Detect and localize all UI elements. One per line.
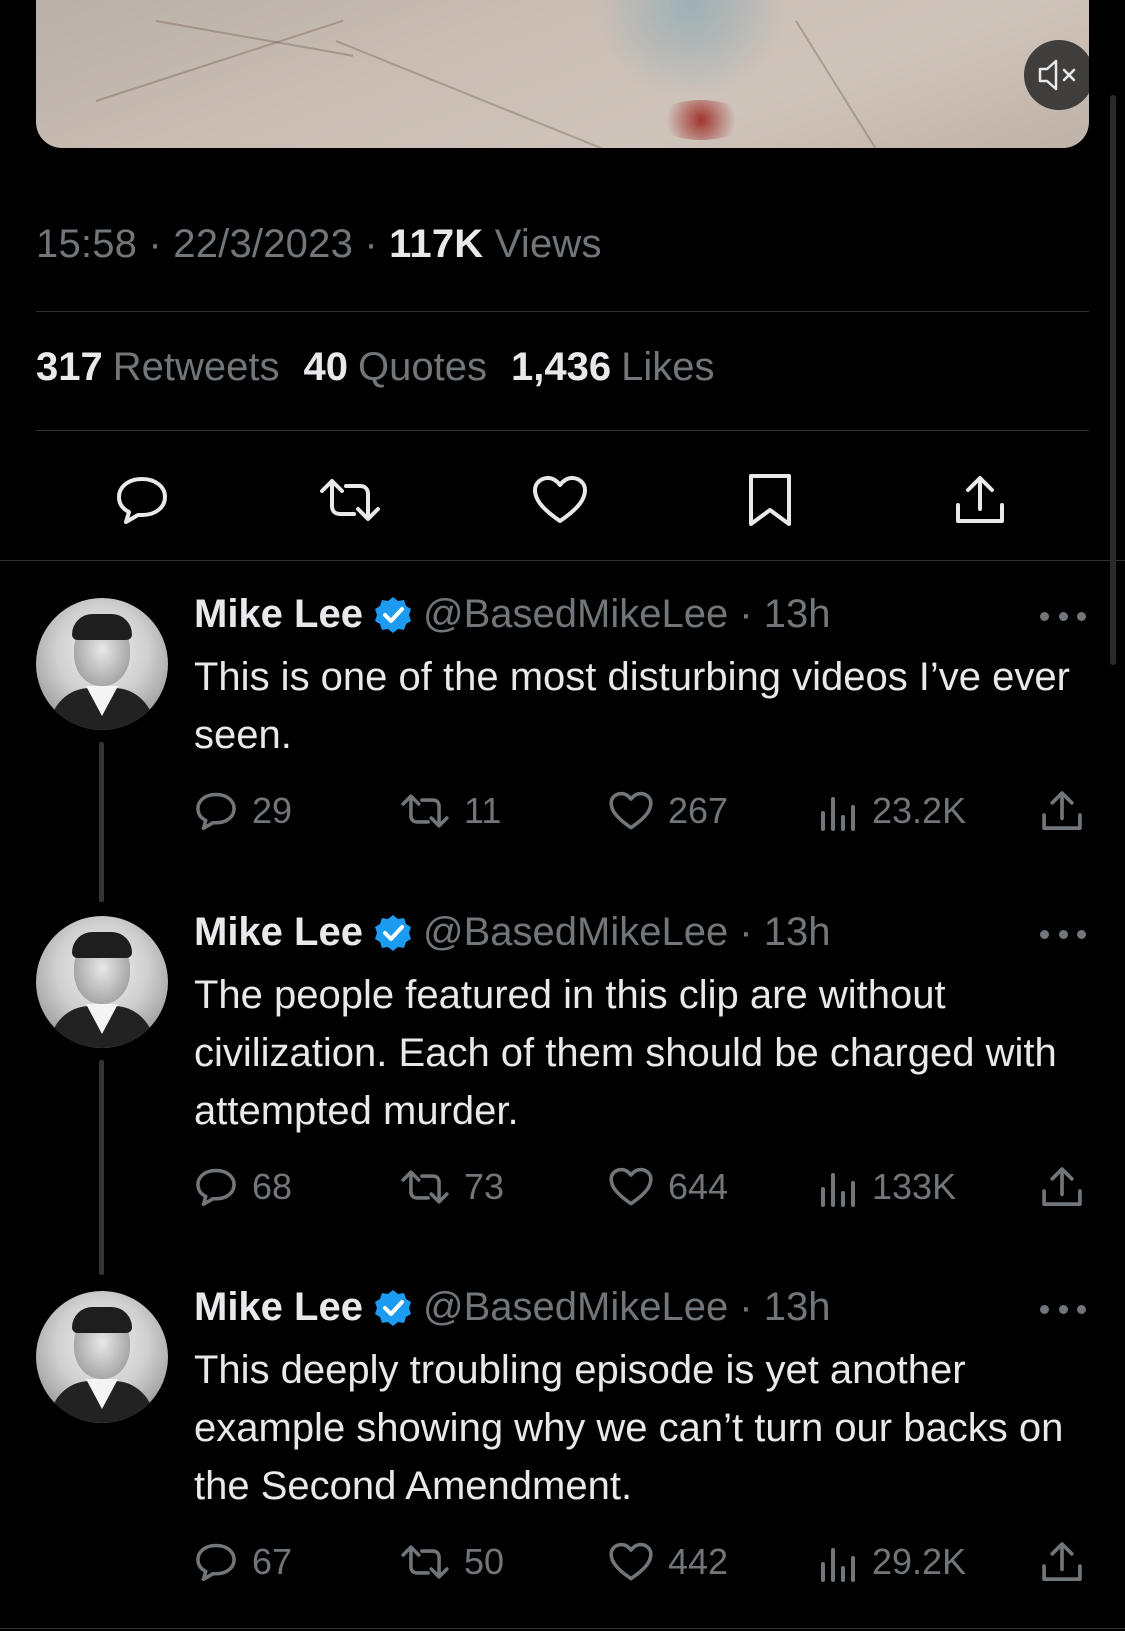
like-count: 442 xyxy=(668,1541,729,1582)
retweet-count: 73 xyxy=(464,1166,505,1207)
like-icon xyxy=(608,1542,654,1582)
share-button[interactable] xyxy=(950,470,1010,530)
avatar[interactable] xyxy=(36,916,168,1048)
verified-icon xyxy=(373,913,413,953)
tweet-text: This deeply troubling episode is yet ano… xyxy=(194,1348,1064,1508)
retweets-stat[interactable]: 317 Retweets xyxy=(36,345,280,390)
reply-count: 29 xyxy=(252,790,293,831)
views-icon xyxy=(818,1167,858,1207)
views-count: 29.2K xyxy=(872,1541,967,1582)
views-count: 133K xyxy=(872,1166,957,1207)
retweet-count: 50 xyxy=(464,1541,505,1582)
retweet-count: 11 xyxy=(464,790,502,831)
retweet-button[interactable]: 73 xyxy=(400,1162,504,1212)
tweet-time: 15:58 xyxy=(36,222,138,266)
tweet-actions: 67 50 442 29.2K xyxy=(194,1537,1094,1587)
retweet-icon xyxy=(400,1544,450,1580)
like-count: 267 xyxy=(668,790,729,831)
verified-icon xyxy=(373,1288,413,1328)
more-icon[interactable] xyxy=(1040,924,1086,944)
tweet-header: Mike Lee @BasedMikeLee · 13h xyxy=(194,1285,831,1330)
mute-icon xyxy=(1037,58,1081,92)
bookmark-button[interactable] xyxy=(740,470,800,530)
tweet-video[interactable] xyxy=(36,0,1089,148)
tweet-meta: 15:58 · 22/3/2023 · 117K Views xyxy=(36,222,602,266)
divider xyxy=(0,1628,1125,1629)
engagement-stats: 317 Retweets 40 Quotes 1,436 Likes xyxy=(36,345,714,390)
reply-icon xyxy=(194,1541,238,1583)
views-button[interactable]: 29.2K xyxy=(818,1537,966,1587)
views-count: 23.2K xyxy=(872,790,967,831)
like-button[interactable]: 644 xyxy=(608,1162,728,1212)
like-button[interactable]: 442 xyxy=(608,1537,728,1587)
reply-button[interactable]: 68 xyxy=(194,1162,292,1212)
retweet-button[interactable]: 11 xyxy=(400,786,501,836)
reply-count: 68 xyxy=(252,1166,293,1207)
more-icon[interactable] xyxy=(1040,1299,1086,1319)
likes-stat[interactable]: 1,436 Likes xyxy=(511,345,715,390)
retweet-icon xyxy=(318,477,382,523)
scrollbar[interactable] xyxy=(1110,95,1116,665)
reply-button[interactable]: 29 xyxy=(194,786,292,836)
tweet-header: Mike Lee @BasedMikeLee · 13h xyxy=(194,592,831,637)
reply-button[interactable] xyxy=(112,470,172,530)
author-handle[interactable]: @BasedMikeLee xyxy=(423,910,728,955)
author-handle[interactable]: @BasedMikeLee xyxy=(423,592,728,637)
author-name[interactable]: Mike Lee xyxy=(194,592,363,637)
avatar[interactable] xyxy=(36,598,168,730)
like-icon xyxy=(531,475,589,525)
share-icon xyxy=(1040,789,1084,833)
retweet-button[interactable]: 50 xyxy=(400,1537,504,1587)
share-icon xyxy=(1040,1540,1084,1584)
views-count: 117K xyxy=(389,222,484,266)
mute-button[interactable] xyxy=(1024,40,1089,110)
like-button[interactable] xyxy=(530,470,590,530)
reply-icon xyxy=(194,1166,238,1208)
tweet-header: Mike Lee @BasedMikeLee · 13h xyxy=(194,910,831,955)
views-button[interactable]: 23.2K xyxy=(818,786,966,836)
tweet-actions: 68 73 644 133K xyxy=(194,1162,1094,1212)
thread-line xyxy=(99,742,104,902)
tweet-text: The people featured in this clip are wit… xyxy=(194,973,1057,1133)
share-icon xyxy=(1040,1165,1084,1209)
thread-line xyxy=(99,1060,104,1275)
quotes-stat[interactable]: 40 Quotes xyxy=(304,345,487,390)
author-name[interactable]: Mike Lee xyxy=(194,1285,363,1330)
reply-icon xyxy=(194,790,238,832)
divider xyxy=(36,311,1089,312)
tweet-action-bar xyxy=(0,470,1125,530)
more-icon[interactable] xyxy=(1040,606,1086,626)
views-icon xyxy=(818,791,858,831)
author-name[interactable]: Mike Lee xyxy=(194,910,363,955)
tweet-text: This is one of the most disturbing video… xyxy=(194,655,1070,757)
share-button[interactable] xyxy=(1040,786,1084,836)
share-button[interactable] xyxy=(1040,1537,1084,1587)
avatar[interactable] xyxy=(36,1291,168,1423)
reply-button[interactable]: 67 xyxy=(194,1537,292,1587)
retweet-button[interactable] xyxy=(320,470,380,530)
retweet-icon xyxy=(400,1169,450,1205)
reply-count: 67 xyxy=(252,1541,293,1582)
like-icon xyxy=(608,1167,654,1207)
tweet-time[interactable]: 13h xyxy=(764,910,831,955)
views-label[interactable]: Views xyxy=(495,222,602,266)
tweet-actions: 29 11 267 23.2K xyxy=(194,786,1094,836)
reply-icon xyxy=(114,474,170,526)
tweet-time[interactable]: 13h xyxy=(764,1285,831,1330)
divider xyxy=(0,560,1125,561)
like-button[interactable]: 267 xyxy=(608,786,728,836)
like-count: 644 xyxy=(668,1166,729,1207)
retweet-icon xyxy=(400,793,450,829)
author-handle[interactable]: @BasedMikeLee xyxy=(423,1285,728,1330)
share-button[interactable] xyxy=(1040,1162,1084,1212)
views-icon xyxy=(818,1542,858,1582)
tweet-date: 22/3/2023 xyxy=(173,222,354,266)
divider xyxy=(36,430,1089,431)
share-icon xyxy=(953,473,1007,527)
like-icon xyxy=(608,791,654,831)
views-button[interactable]: 133K xyxy=(818,1162,956,1212)
tweet-time[interactable]: 13h xyxy=(764,592,831,637)
bookmark-icon xyxy=(747,472,793,528)
verified-icon xyxy=(373,595,413,635)
